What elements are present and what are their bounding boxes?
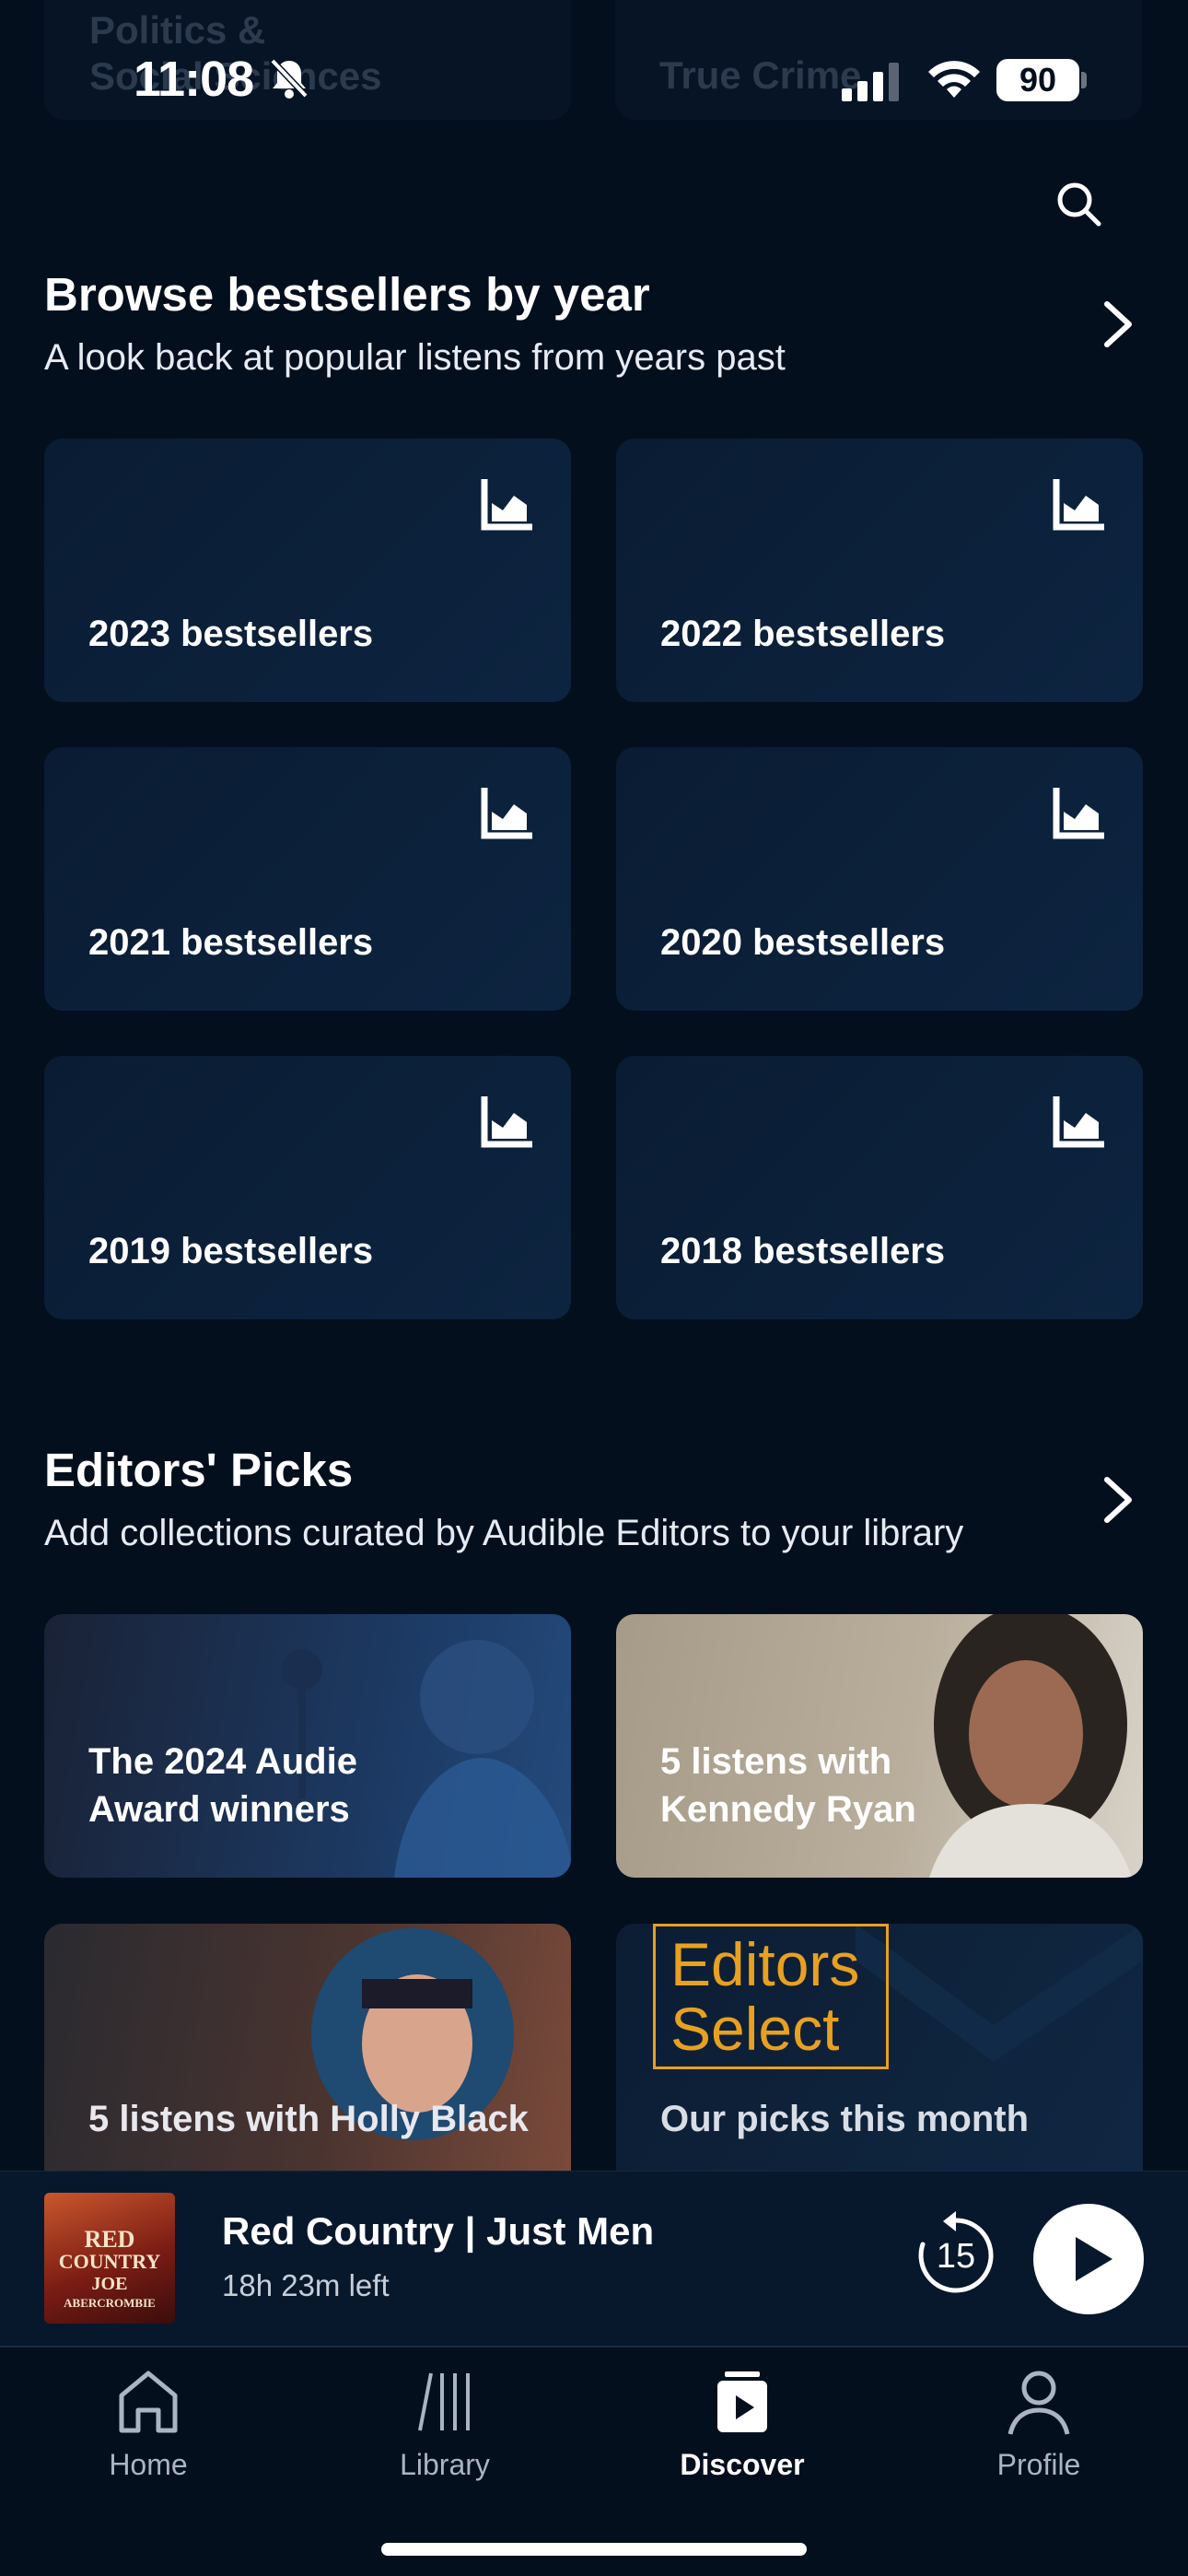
bestsellers-section-subtitle: A look back at popular listens from year… bbox=[44, 337, 786, 378]
home-indicator[interactable] bbox=[381, 2543, 807, 2556]
tab-label: Home bbox=[109, 2448, 188, 2481]
cover-line4: ABERCROMBIE bbox=[64, 2296, 156, 2310]
tile-label-line1: The 2024 Audie bbox=[88, 1741, 357, 1782]
tab-label: Discover bbox=[680, 2448, 805, 2481]
tile-label: Our picks this month bbox=[660, 2099, 1030, 2139]
player-title[interactable]: Red Country | Just Men bbox=[222, 2209, 654, 2254]
discover-icon bbox=[717, 2371, 767, 2432]
tab-home[interactable]: Home bbox=[56, 2368, 240, 2482]
profile-icon bbox=[1007, 2371, 1070, 2435]
chart-icon bbox=[481, 788, 532, 839]
player-time-left: 18h 23m left bbox=[222, 2268, 390, 2302]
bestsellers-section-title: Browse bestsellers by year bbox=[44, 268, 650, 321]
bestseller-tile-2022[interactable]: 2022 bestsellers bbox=[616, 439, 1143, 702]
editors-picks-section-title: Editors' Picks bbox=[44, 1444, 354, 1496]
battery-nub bbox=[1081, 72, 1087, 88]
home-icon bbox=[119, 2371, 178, 2433]
chart-icon bbox=[1053, 788, 1104, 839]
tile-label: 2023 bestsellers bbox=[88, 614, 374, 654]
cellular-signal-icon bbox=[842, 63, 899, 101]
tab-profile[interactable]: Profile bbox=[947, 2368, 1131, 2482]
tile-label: 2022 bestsellers bbox=[660, 614, 946, 654]
chart-icon bbox=[481, 1096, 532, 1148]
chart-icon bbox=[1053, 1096, 1104, 1148]
library-icon bbox=[418, 2372, 470, 2431]
tile-label: 2019 bestsellers bbox=[88, 1231, 374, 1271]
pick-tile-editors-select[interactable]: Editors Select Our picks this month bbox=[616, 1924, 1143, 2171]
status-time: 11:08 bbox=[134, 52, 254, 107]
editors-select-badge: Editors Select bbox=[653, 1924, 889, 2069]
tile-label-line2: Award winners bbox=[88, 1789, 350, 1830]
tile-label: 2020 bestsellers bbox=[660, 922, 946, 963]
bestseller-tile-2023[interactable]: 2023 bestsellers bbox=[44, 439, 571, 702]
bestseller-tile-2020[interactable]: 2020 bestsellers bbox=[616, 747, 1143, 1011]
bestseller-tile-2021[interactable]: 2021 bestsellers bbox=[44, 747, 571, 1011]
search-icon[interactable] bbox=[1054, 180, 1104, 229]
wifi-icon bbox=[928, 61, 980, 98]
tab-discover[interactable]: Discover bbox=[650, 2368, 834, 2482]
book-cover-image: RED COUNTRY JOE ABERCROMBIE bbox=[44, 2193, 175, 2324]
editors-picks-section-subtitle: Add collections curated by Audible Edito… bbox=[44, 1513, 964, 1553]
chart-icon bbox=[1053, 479, 1104, 531]
category-label-true-crime: True Crime bbox=[659, 53, 862, 97]
battery-indicator: 90 bbox=[996, 59, 1079, 101]
bell-muted-icon bbox=[270, 58, 309, 99]
tile-label-line1: 5 listens with bbox=[660, 1741, 892, 1782]
tab-label: Library bbox=[400, 2448, 490, 2481]
cover-line2: COUNTRY bbox=[58, 2250, 161, 2273]
play-button[interactable] bbox=[1033, 2204, 1144, 2314]
tile-label-line2: Kennedy Ryan bbox=[660, 1789, 916, 1830]
tile-label: 2021 bestsellers bbox=[88, 922, 374, 963]
tile-label: 2018 bestsellers bbox=[660, 1231, 946, 1271]
tab-label: Profile bbox=[996, 2448, 1081, 2481]
pick-tile-kennedy-ryan[interactable]: 5 listens with Kennedy Ryan bbox=[616, 1614, 1143, 1878]
chart-icon bbox=[481, 479, 532, 531]
tab-library[interactable]: Library bbox=[353, 2368, 537, 2482]
play-icon bbox=[1076, 2237, 1112, 2281]
bestseller-tile-2018[interactable]: 2018 bestsellers bbox=[616, 1056, 1143, 1319]
pick-tile-audie-awards[interactable]: The 2024 Audie Award winners bbox=[44, 1614, 571, 1878]
bestseller-tile-2019[interactable]: 2019 bestsellers bbox=[44, 1056, 571, 1319]
pick-tile-holly-black[interactable]: 5 listens with Holly Black bbox=[44, 1924, 571, 2171]
bestsellers-see-all-chevron-icon[interactable] bbox=[1096, 297, 1142, 352]
tile-label: 5 listens with Holly Black bbox=[88, 2099, 529, 2139]
badge-line2: Select bbox=[670, 1995, 840, 2063]
cover-line3: JOE bbox=[91, 2274, 128, 2294]
replay-15-button[interactable]: 15 bbox=[912, 2211, 1000, 2300]
badge-line1: Editors bbox=[670, 1930, 860, 1998]
mini-player[interactable] bbox=[0, 2171, 1188, 2346]
replay-seconds: 15 bbox=[936, 2237, 976, 2276]
editors-picks-see-all-chevron-icon[interactable] bbox=[1096, 1472, 1142, 1528]
